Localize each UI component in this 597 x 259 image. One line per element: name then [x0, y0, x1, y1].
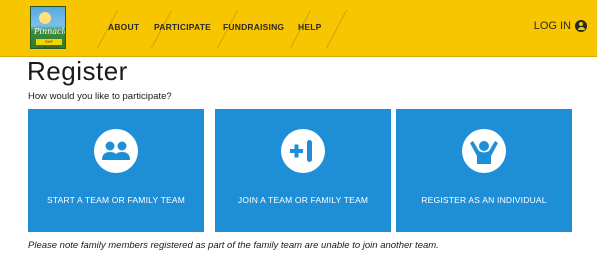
nav-item-help[interactable]: HELP	[298, 22, 321, 32]
join-team-label: JOIN A TEAM OR FAMILY TEAM	[237, 195, 369, 205]
page-title: Register	[27, 56, 128, 86]
start-team-button[interactable]: START A TEAM OR FAMILY TEAM	[28, 109, 204, 232]
site-logo[interactable]: Pinnacle SHF SUPPORTS	[30, 6, 66, 49]
login-label: LOG IN	[533, 20, 571, 32]
individual-icon	[462, 129, 506, 173]
logo-tag: SHF SUPPORTS	[36, 39, 62, 48]
login-button[interactable]: LOG IN	[534, 20, 587, 32]
start-team-label: START A TEAM OR FAMILY TEAM	[47, 195, 185, 205]
nav-item-about[interactable]: ABOUT	[108, 22, 139, 32]
logo-text: Pinnacle	[34, 27, 66, 36]
family-team-note: Please note family members registered as…	[28, 240, 439, 251]
page-subtitle: How would you like to participate?	[28, 91, 172, 102]
nav-divider	[326, 10, 348, 48]
logo-sun-icon	[39, 12, 51, 24]
plus-one-icon	[281, 129, 325, 173]
register-individual-button[interactable]: REGISTER AS AN INDIVIDUAL	[396, 109, 572, 232]
register-individual-label: REGISTER AS AN INDIVIDUAL	[421, 195, 547, 205]
site-header: Pinnacle SHF SUPPORTS ABOUT PARTICIPATE …	[0, 0, 597, 57]
team-icon	[94, 129, 138, 173]
user-circle-icon	[575, 20, 587, 32]
nav-item-fundraising[interactable]: FUNDRAISING	[223, 22, 284, 32]
join-team-button[interactable]: JOIN A TEAM OR FAMILY TEAM	[215, 109, 391, 232]
nav-item-participate[interactable]: PARTICIPATE	[154, 22, 211, 32]
